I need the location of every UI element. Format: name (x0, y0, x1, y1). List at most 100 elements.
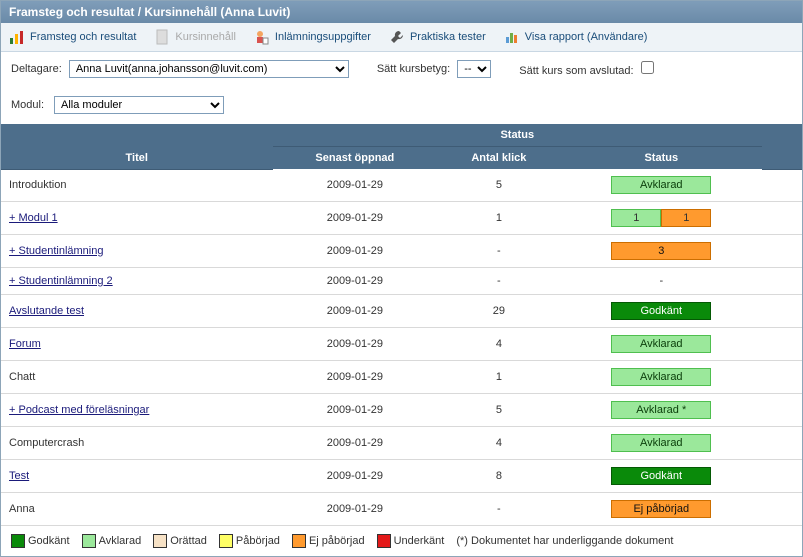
cell-date: 2009-01-29 (273, 169, 438, 202)
col-clicks: Antal klick (437, 147, 560, 170)
status-badge: Avklarad * (611, 401, 711, 419)
cell-status: Godkänt (561, 460, 762, 493)
cell-spacer (762, 202, 802, 235)
cell-date: 2009-01-29 (273, 295, 438, 328)
cell-status: Avklarad (561, 328, 762, 361)
participant-select[interactable]: Anna Luvit(anna.johansson@luvit.com) (69, 60, 349, 78)
status-badge: Avklarad (611, 176, 711, 194)
toolbar-report-label: Visa rapport (Användare) (525, 31, 648, 43)
toolbar-progress[interactable]: Framsteg och resultat (9, 29, 136, 45)
complete-label: Sätt kurs som avslutad: (519, 65, 633, 77)
cell-date: 2009-01-29 (273, 268, 438, 295)
title-link[interactable]: + Podcast med föreläsningar (9, 404, 149, 416)
toolbar-report[interactable]: Visa rapport (Användare) (504, 29, 648, 45)
cell-title: Computercrash (1, 427, 273, 460)
status-badge: Avklarad (611, 434, 711, 452)
title-link[interactable]: + Studentinlämning (9, 245, 103, 257)
cell-date: 2009-01-29 (273, 394, 438, 427)
cell-status: Ej påbörjad (561, 493, 762, 526)
status-badge: Godkänt (611, 302, 711, 320)
cell-spacer (762, 427, 802, 460)
cell-spacer (762, 169, 802, 202)
title-link[interactable]: + Studentinlämning 2 (9, 275, 113, 287)
status-badge: Avklarad (611, 368, 711, 386)
legend-avklarad: Avklarad (82, 534, 142, 548)
cell-status: 11 (561, 202, 762, 235)
title-link[interactable]: + Modul 1 (9, 212, 58, 224)
cell-spacer (762, 328, 802, 361)
grade-filter: Sätt kursbetyg: -- (377, 60, 491, 78)
cell-clicks: 5 (437, 169, 560, 202)
cell-date: 2009-01-29 (273, 460, 438, 493)
module-select[interactable]: Alla moduler (54, 96, 224, 114)
grade-select[interactable]: -- (457, 60, 491, 78)
legend-paborjad: Påbörjad (219, 534, 280, 548)
cell-title: + Modul 1 (1, 202, 273, 235)
cell-clicks: 4 (437, 328, 560, 361)
module-label: Modul: (11, 99, 44, 111)
status-badge: Godkänt (611, 467, 711, 485)
title-link[interactable]: Avslutande test (9, 305, 84, 317)
cell-status: Avklarad (561, 427, 762, 460)
cell-title: + Studentinlämning (1, 235, 273, 268)
toolbar: Framsteg och resultat Kursinnehåll Inläm… (1, 23, 802, 52)
window-title: Framsteg och resultat / Kursinnehåll (An… (1, 1, 802, 23)
cell-spacer (762, 394, 802, 427)
cell-status: 3 (561, 235, 762, 268)
document-icon (154, 29, 170, 45)
cell-clicks: - (437, 493, 560, 526)
status-badge: Ej påbörjad (611, 500, 711, 518)
toolbar-progress-label: Framsteg och resultat (30, 31, 136, 43)
cell-date: 2009-01-29 (273, 493, 438, 526)
cell-clicks: 4 (437, 427, 560, 460)
module-filter: Modul: Alla moduler (11, 96, 792, 114)
cell-status: Avklarad * (561, 394, 762, 427)
cell-title: + Studentinlämning 2 (1, 268, 273, 295)
col-status-group: Status (273, 124, 763, 147)
app-window: Framsteg och resultat / Kursinnehåll (An… (0, 0, 803, 557)
progress-icon (9, 29, 25, 45)
toolbar-submissions[interactable]: Inlämningsuppgifter (254, 29, 371, 45)
cell-clicks: 1 (437, 202, 560, 235)
toolbar-content: Kursinnehåll (154, 29, 236, 45)
cell-date: 2009-01-29 (273, 202, 438, 235)
cell-spacer (762, 493, 802, 526)
cell-title: Chatt (1, 361, 273, 394)
col-spacer (762, 124, 802, 169)
submission-icon (254, 29, 270, 45)
cell-title: Introduktion (1, 169, 273, 202)
cell-title: Anna (1, 493, 273, 526)
title-link[interactable]: Test (9, 470, 29, 482)
participant-label: Deltagare: (11, 63, 62, 75)
toolbar-submissions-label: Inlämningsuppgifter (275, 31, 371, 43)
table-row: Forum 2009-01-294Avklarad (1, 328, 802, 361)
legend-note: (*) Dokumentet har underliggande dokumen… (456, 535, 673, 547)
table-row: + Podcast med föreläsningar 2009-01-295 Av… (1, 394, 802, 427)
cell-clicks: 29 (437, 295, 560, 328)
table-row: Test2009-01-298Godkänt (1, 460, 802, 493)
toolbar-practical[interactable]: Praktiska tester (389, 29, 486, 45)
table-row: Avslutande test 2009-01-2929 Godkänt (1, 295, 802, 328)
cell-date: 2009-01-29 (273, 427, 438, 460)
filters-bar: Deltagare: Anna Luvit(anna.johansson@luv… (1, 52, 802, 118)
legend-ejpab: Ej påbörjad (292, 534, 365, 548)
col-status: Status (561, 147, 762, 170)
title-link[interactable]: Forum (9, 338, 41, 350)
cell-spacer (762, 235, 802, 268)
cell-spacer (762, 295, 802, 328)
cell-status: - (561, 268, 762, 295)
toolbar-practical-label: Praktiska tester (410, 31, 486, 43)
results-table: Titel Status Senast öppnad Antal klick S… (1, 124, 802, 526)
cell-clicks: 5 (437, 394, 560, 427)
table-row: Anna2009-01-29- Ej påbörjad (1, 493, 802, 526)
complete-checkbox[interactable] (641, 61, 654, 74)
cell-date: 2009-01-29 (273, 328, 438, 361)
legend: Godkänt Avklarad Orättad Påbörjad Ej påb… (1, 526, 802, 556)
wrench-icon (389, 29, 405, 45)
cell-status: Godkänt (561, 295, 762, 328)
table-row: Computercrash2009-01-294 Avklarad (1, 427, 802, 460)
cell-title: Avslutande test (1, 295, 273, 328)
table-row: + Studentinlämning 22009-01-29-- (1, 268, 802, 295)
chart-icon (504, 29, 520, 45)
cell-title: Test (1, 460, 273, 493)
